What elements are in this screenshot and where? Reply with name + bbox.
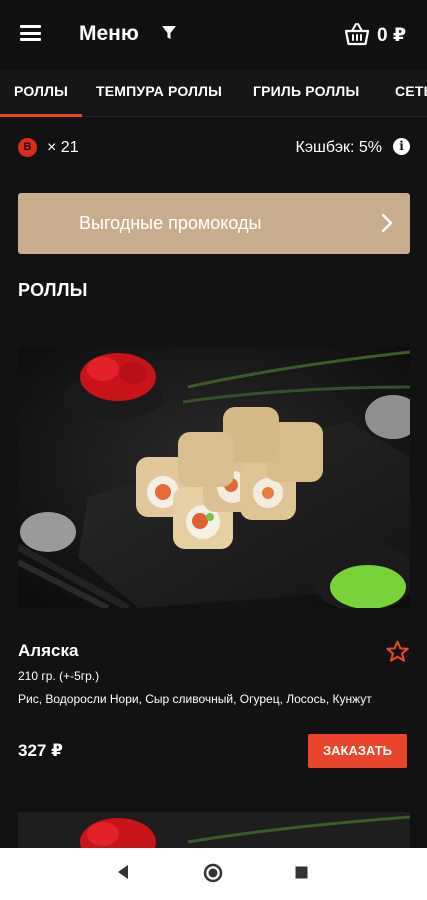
next-product-image[interactable] — [18, 812, 410, 848]
product-image[interactable] — [18, 347, 410, 608]
cashback-label: Кэшбэк: 5% — [295, 139, 382, 156]
system-nav-bar — [0, 848, 427, 900]
star-outline-icon[interactable] — [385, 639, 410, 664]
chevron-right-icon — [381, 213, 393, 233]
menu-icon[interactable] — [20, 25, 41, 41]
product-name[interactable]: Аляска — [18, 641, 78, 661]
filter-icon[interactable] — [160, 24, 178, 42]
app-bar: Меню 0 ₽ — [0, 0, 427, 70]
tab-sets[interactable]: СЕТЫ — [395, 83, 427, 99]
back-icon[interactable] — [116, 864, 130, 880]
bonus-coin-icon: B — [18, 138, 37, 157]
promo-codes-button[interactable]: Выгодные промокоды — [18, 193, 410, 254]
product-ingredients: Рис, Водоросли Нори, Сыр сливочный, Огур… — [18, 692, 372, 706]
home-icon[interactable] — [203, 863, 223, 883]
tab-tempura-rolls[interactable]: ТЕМПУРА РОЛЛЫ — [96, 83, 222, 99]
page-title: Меню — [79, 22, 139, 45]
promo-codes-label: Выгодные промокоды — [79, 213, 262, 233]
category-tabs: РОЛЛЫ ТЕМПУРА РОЛЛЫ ГРИЛЬ РОЛЛЫ СЕТЫ — [0, 70, 427, 117]
order-button[interactable]: ЗАКАЗАТЬ — [308, 734, 407, 768]
section-title: РОЛЛЫ — [18, 280, 88, 300]
cart-total[interactable]: 0 ₽ — [377, 24, 406, 47]
bonus-row: B × 21 Кэшбэк: 5% i — [18, 137, 410, 159]
tab-grill-rolls[interactable]: ГРИЛЬ РОЛЛЫ — [253, 83, 359, 99]
active-tab-indicator — [0, 114, 82, 117]
product-price: 327 ₽ — [18, 741, 63, 760]
basket-icon[interactable] — [344, 22, 370, 46]
product-weight: 210 гр. (+-5гр.) — [18, 669, 100, 683]
recents-icon[interactable] — [295, 866, 308, 879]
info-icon[interactable]: i — [393, 138, 410, 155]
tab-rolls[interactable]: РОЛЛЫ — [14, 83, 68, 99]
bonus-count: × 21 — [47, 139, 79, 156]
